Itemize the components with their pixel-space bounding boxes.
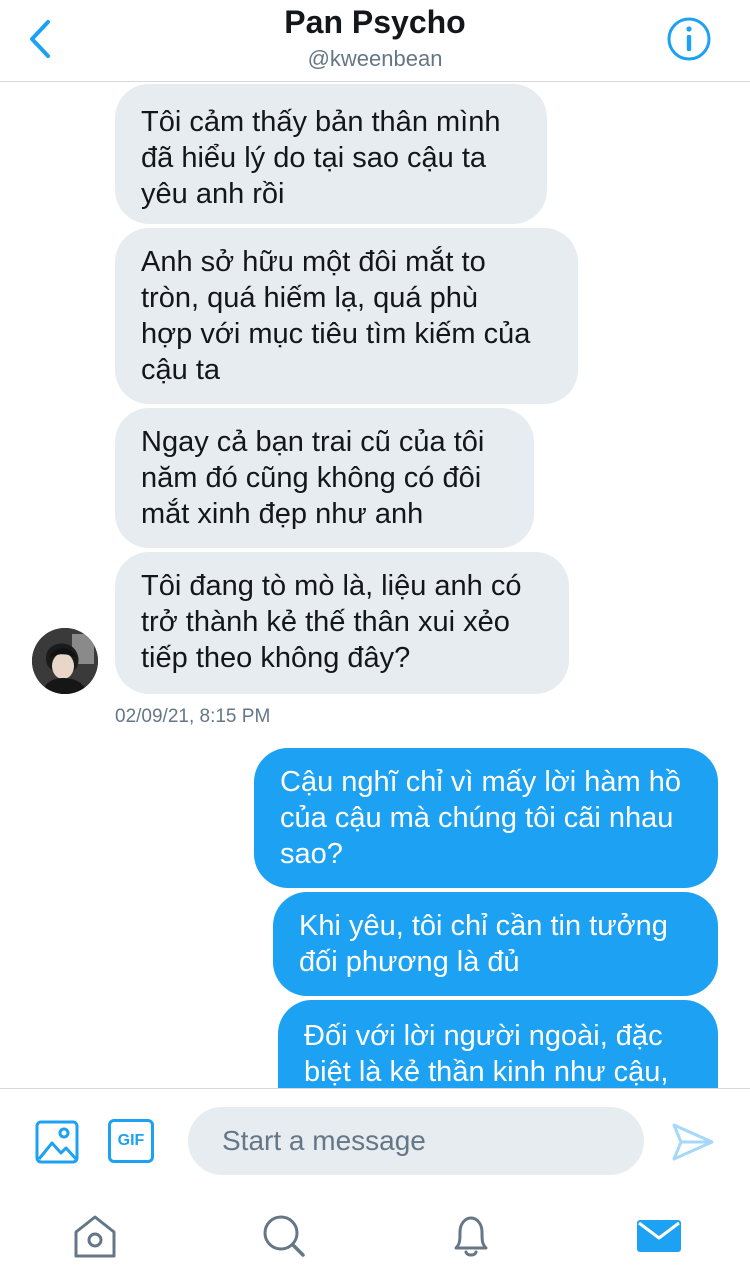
add-image-button[interactable] bbox=[34, 1119, 80, 1165]
message-timestamp: 02/09/21, 8:15 PM bbox=[115, 706, 271, 727]
tab-messages[interactable] bbox=[636, 1212, 682, 1260]
bottom-navigation bbox=[0, 1198, 750, 1288]
info-button[interactable] bbox=[666, 16, 712, 62]
message-bubble-outgoing[interactable]: Cậu nghĩ chỉ vì mấy lời hàm hồ của cậu m… bbox=[254, 748, 718, 888]
conversation-handle: @kweenbean bbox=[307, 46, 443, 71]
message-text: Đối với lời người ngoài, đặc biệt là kẻ … bbox=[304, 1020, 669, 1088]
message-bubble-incoming[interactable]: Ngay cả bạn trai cũ của tôi năm đó cũng … bbox=[115, 408, 534, 548]
send-icon bbox=[672, 1123, 714, 1161]
envelope-icon bbox=[637, 1220, 681, 1252]
add-gif-button[interactable]: GIF bbox=[108, 1119, 154, 1163]
message-bubble-outgoing[interactable]: Khi yêu, tôi chỉ cần tin tưởng đối phươn… bbox=[273, 892, 718, 996]
bell-icon bbox=[454, 1216, 488, 1257]
home-icon bbox=[74, 1215, 116, 1258]
message-bubble-incoming[interactable]: Anh sở hữu một đôi mắt to tròn, quá hiếm… bbox=[115, 228, 578, 404]
send-button[interactable] bbox=[670, 1119, 716, 1165]
image-icon bbox=[35, 1120, 79, 1164]
info-icon bbox=[667, 17, 711, 61]
message-bubble-incoming[interactable]: Tôi cảm thấy bản thân mình đã hiểu lý do… bbox=[115, 84, 547, 224]
tab-notifications[interactable] bbox=[448, 1212, 494, 1260]
message-text: Anh sở hữu một đôi mắt to tròn, quá hiếm… bbox=[141, 246, 531, 386]
message-bubble-incoming[interactable]: Tôi đang tò mò là, liệu anh có trở thành… bbox=[115, 552, 569, 694]
message-text: Cậu nghĩ chỉ vì mấy lời hàm hồ của cậu m… bbox=[280, 766, 682, 870]
message-text: Tôi đang tò mò là, liệu anh có trở thành… bbox=[141, 570, 522, 674]
message-text: Ngay cả bạn trai cũ của tôi năm đó cũng … bbox=[141, 426, 485, 530]
message-text: Tôi cảm thấy bản thân mình đã hiểu lý do… bbox=[141, 106, 501, 210]
tab-search[interactable] bbox=[260, 1212, 306, 1260]
message-input[interactable] bbox=[188, 1107, 644, 1175]
message-text: Khi yêu, tôi chỉ cần tin tưởng đối phươn… bbox=[299, 910, 668, 978]
message-bubble-outgoing[interactable]: Đối với lời người ngoài, đặc biệt là kẻ … bbox=[278, 1000, 718, 1088]
message-composer: GIF bbox=[0, 1088, 750, 1198]
message-thread[interactable]: Tôi cảm thấy bản thân mình đã hiểu lý do… bbox=[0, 82, 750, 1088]
conversation-header: Pan Psycho @kweenbean bbox=[0, 0, 750, 82]
tab-home[interactable] bbox=[72, 1212, 118, 1260]
search-icon bbox=[263, 1215, 305, 1257]
conversation-title[interactable]: Pan Psycho bbox=[0, 4, 750, 41]
sender-avatar[interactable] bbox=[32, 628, 98, 694]
